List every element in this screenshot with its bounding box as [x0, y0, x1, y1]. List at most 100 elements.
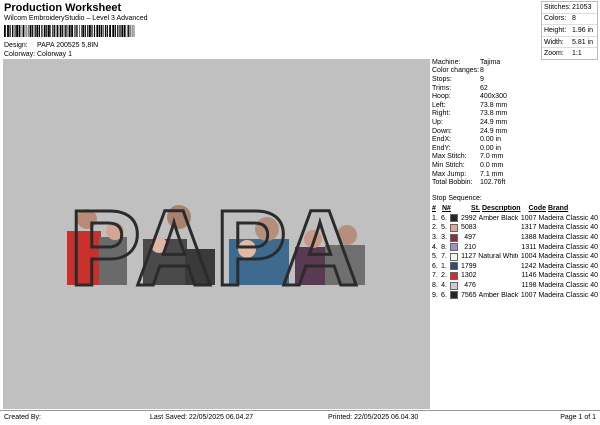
thread-brand: Madeira Classic 40 [538, 272, 598, 280]
stop-row: 5. 7. 1127 Natural White 1004 Madeira Classic… [430, 252, 598, 262]
stop-index: 7. [432, 272, 438, 280]
property-row: Stops: 9 [430, 75, 598, 84]
property-label: Trims: [432, 84, 452, 92]
property-row: Left: 73.8 mm [430, 101, 598, 110]
thread-description: Amber Black [478, 291, 519, 299]
property-row: Up: 24.9 mm [430, 118, 598, 127]
property-value: 7.1 mm [480, 170, 504, 178]
stop-sequence-header: # N# St. Description Code Brand [432, 205, 569, 213]
stats-box: Stitches: 21053 Colors: 8 Height: 1.96 in W… [541, 1, 598, 60]
thread-color-swatch [450, 291, 459, 300]
property-row: Trims: 62 [430, 84, 598, 93]
stop-index: 8. [432, 282, 438, 290]
property-label: Total Bobbin: [432, 179, 473, 187]
thread-brand: Madeira Classic 40 [538, 214, 598, 222]
property-label: Hoop: [432, 93, 451, 101]
thread-color-swatch [450, 281, 459, 290]
property-row: Max Jump: 7.1 mm [430, 170, 598, 179]
property-value: 0.00 in [480, 136, 502, 144]
thread-color-swatch [450, 243, 459, 252]
stitch-count: 497 [464, 234, 476, 242]
needle-number: 1. [441, 262, 447, 270]
stop-row: 3. 3. 497 1388 Madeira Classic 40 [430, 233, 598, 243]
needle-number: 6. [441, 214, 447, 222]
stat-width: Width: 5.81 in [542, 37, 597, 49]
page-number: Page 1 of 1 [560, 414, 596, 421]
stitch-count: 210 [464, 243, 476, 251]
thread-code: 1388 [520, 234, 537, 242]
thread-code: 1311 [521, 243, 537, 251]
colorway-value: Colorway 1 [37, 51, 73, 58]
stitch-count: 1127 [461, 253, 477, 261]
stop-row: 1. 6. 2992 Amber Black 1007 Madeira Classic 4… [430, 214, 598, 224]
stat-stitches: Stitches: 21053 [542, 2, 597, 14]
property-value: Tajima [480, 58, 501, 66]
property-label: Stops: [432, 75, 452, 83]
stop-row: 6. 1. 1799 1242 Madeira Classic 40 [430, 262, 598, 272]
property-label: Machine: [432, 58, 461, 66]
thread-code: 1004 [520, 253, 537, 261]
needle-number: 7. [441, 253, 447, 261]
stop-index: 1. [432, 214, 438, 222]
thread-code: 1007 [520, 291, 537, 299]
property-label: Down: [432, 127, 452, 135]
property-label: Left: [432, 101, 446, 109]
stop-index: 9. [432, 291, 438, 299]
property-value: 73.8 mm [480, 101, 508, 109]
thread-code: 1146 [521, 272, 537, 280]
stitch-count: 5083 [460, 224, 477, 232]
property-row: Total Bobbin: 102.76ft [430, 178, 598, 187]
stitch-count: 476 [464, 282, 476, 290]
property-row: EndY: 0.00 in [430, 144, 598, 153]
property-value: 102.76ft [480, 179, 506, 187]
stop-index: 4. [432, 243, 438, 251]
stat-colors: Colors: 8 [542, 14, 597, 26]
thread-color-swatch [450, 262, 459, 271]
thread-code: 1007 [520, 214, 537, 222]
thread-code: 1198 [521, 282, 537, 290]
created-by: Created By: [4, 414, 41, 421]
thread-color-swatch [450, 252, 459, 261]
thread-description: Natural White [478, 253, 519, 261]
property-row: EndX: 0.00 in [430, 135, 598, 144]
design-letters: PAPA [69, 187, 361, 308]
stitch-count: 1799 [460, 262, 477, 270]
thread-brand: Madeira Classic 40 [538, 243, 599, 251]
thread-code: 1317 [520, 224, 537, 232]
printed-date: Printed: 22/05/2025 06.04.30 [328, 414, 419, 421]
property-label: Min Stitch: [432, 161, 465, 169]
thread-code: 1242 [520, 262, 537, 270]
design-value: PAPA 200525 5,8IN [37, 42, 99, 49]
needle-number: 5. [441, 224, 447, 232]
property-value: 62 [480, 84, 488, 92]
property-row: Min Stitch: 0.0 mm [430, 161, 598, 170]
stop-row: 4. 8. 210 1311 Madeira Classic 40 [430, 242, 598, 252]
thread-color-swatch [450, 271, 459, 280]
thread-brand: Madeira Classic 40 [538, 262, 598, 270]
property-label: Right: [432, 110, 451, 118]
property-value: 8 [480, 67, 484, 75]
property-row: Max Stitch: 7.0 mm [430, 153, 598, 162]
needle-number: 2. [441, 272, 447, 280]
stop-row: 8. 4. 476 1198 Madeira Classic 40 [430, 281, 598, 291]
property-row: Hoop: 400x300 [430, 92, 598, 101]
needle-number: 8. [441, 243, 447, 251]
property-label: EndY: [432, 144, 451, 152]
stop-index: 3. [432, 234, 438, 242]
property-value: 400x300 [480, 93, 507, 101]
stop-row: 7. 2. 1302 1146 Madeira Classic 40 [430, 271, 598, 281]
property-value: 0.00 in [480, 144, 502, 152]
machine-properties: Machine: Tajima Color changes: 8 Stops: 9 Trim… [430, 58, 598, 187]
stop-index: 2. [432, 224, 438, 232]
stop-row: 9. 6. 7565 Amber Black 1007 Madeira Classic 4… [430, 290, 598, 300]
design-canvas[interactable]: PAPA [3, 59, 430, 409]
property-value: 0.0 mm [480, 161, 504, 169]
barcode-image [4, 25, 135, 37]
software-subtitle: Wilcom EmbroideryStudio – Level 3 Advanc… [4, 15, 148, 22]
property-label: EndX: [432, 136, 452, 144]
thread-brand: Madeira Classic 40 [538, 253, 598, 261]
thread-brand: Madeira Classic 40 [538, 234, 599, 242]
property-row: Machine: Tajima [430, 58, 598, 67]
property-row: Down: 24.9 mm [430, 127, 598, 136]
worksheet-title: Production Worksheet [4, 2, 122, 14]
